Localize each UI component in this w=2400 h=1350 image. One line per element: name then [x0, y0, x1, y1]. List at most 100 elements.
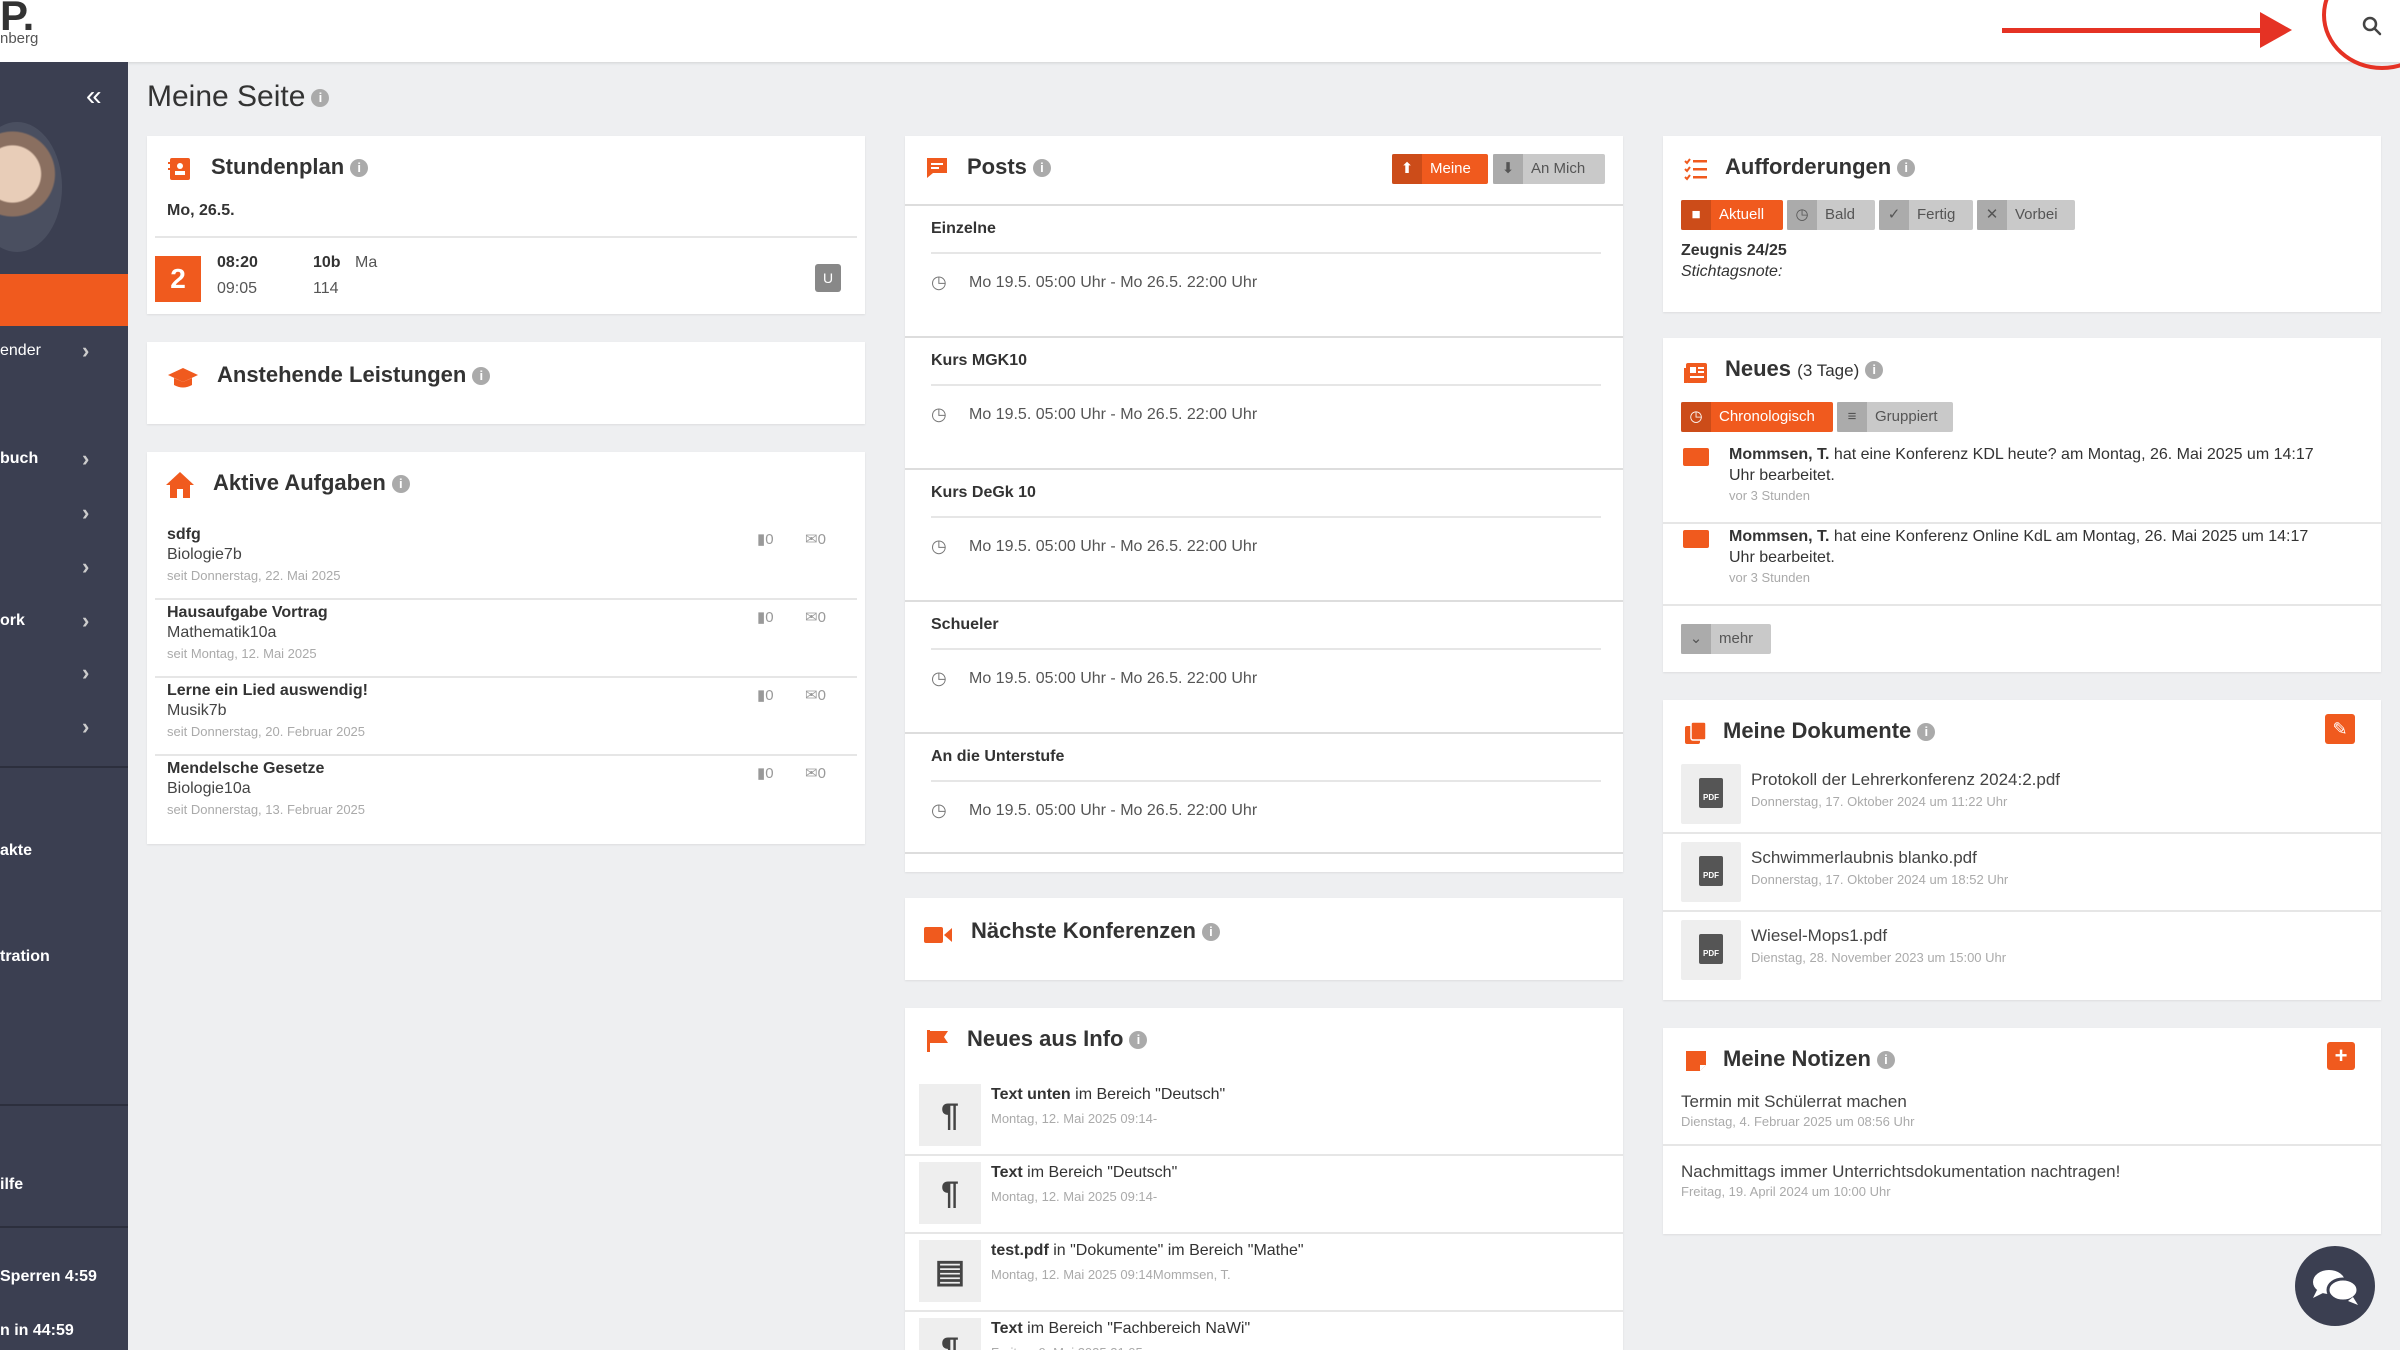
info-icon[interactable]: i [350, 159, 369, 178]
divider [905, 852, 1623, 854]
sidebar-item-3[interactable]: › [0, 494, 128, 534]
lesson-badge[interactable]: U [815, 264, 841, 292]
task-row[interactable]: Mendelsche Gesetze Biologie10a seit Donner… [147, 756, 865, 834]
news-line1: hat eine Konferenz Online KdL am Montag,… [1829, 528, 2309, 545]
lesson-class[interactable]: 10b [313, 254, 341, 272]
collapse-sidebar-button[interactable]: « [86, 80, 102, 112]
post-group[interactable]: Einzelne ◷ Mo 19.5. 05:00 Uhr - Mo 26.5. 2… [905, 204, 1623, 336]
lesson-start: 08:20 [217, 254, 258, 271]
sidebar-item-akte[interactable]: akte [0, 832, 128, 872]
sidebar-item-kalender[interactable]: ender › [0, 332, 128, 372]
sidebar-item-buch[interactable]: buch › [0, 440, 128, 480]
divider [155, 236, 857, 238]
task-file-count[interactable]: ▮0 [757, 608, 774, 626]
news-row[interactable]: Mommsen, T. hat eine Konferenz KDL heute… [1663, 442, 2381, 524]
task-mail-count[interactable]: ✉0 [805, 608, 826, 626]
task-file-count[interactable]: ▮0 [757, 764, 774, 782]
info-icon[interactable]: i [1865, 361, 1884, 380]
documents-icon [1685, 721, 1707, 744]
filter-gruppiert-button[interactable]: ≡ Gruppiert [1837, 402, 1953, 432]
sidebar-item-label: ilfe [0, 1176, 24, 1193]
schedule-icon [168, 158, 190, 180]
paragraph-icon: ¶ [919, 1162, 981, 1224]
pdf-label: PDF [1699, 856, 1723, 886]
filter-aktuell-button[interactable]: ■ Aktuell [1681, 200, 1783, 230]
info-icon[interactable]: i [1876, 1051, 1895, 1070]
post-time: Mo 19.5. 05:00 Uhr - Mo 26.5. 22:00 Uhr [969, 406, 1258, 423]
info-icon[interactable]: i [311, 89, 330, 108]
task-mail-count[interactable]: ✉0 [805, 764, 826, 782]
document-row[interactable]: PDF Protokoll der Lehrerkonferenz 2024:2.… [1663, 756, 2381, 834]
info-icon[interactable]: i [1917, 723, 1936, 742]
close-icon: ✕ [1977, 200, 2007, 230]
search-icon [2362, 16, 2382, 36]
avatar[interactable] [0, 122, 62, 252]
filter-meine-button[interactable]: ⬆ Meine [1392, 154, 1488, 184]
task-row[interactable]: sdfg Biologie7b seit Donnerstag, 22. Mai 2… [147, 522, 865, 600]
task-file-count[interactable]: ▮0 [757, 530, 774, 548]
task-name: Mendelsche Gesetze [167, 760, 325, 777]
post-group-name: Kurs DeGk 10 [931, 484, 1036, 501]
pdf-label: PDF [1699, 934, 1723, 964]
task-row[interactable]: Lerne ein Lied auswendig! Musik7b seit Don… [147, 678, 865, 756]
info-icon[interactable]: i [1201, 923, 1220, 942]
chevron-right-icon: › [82, 714, 90, 739]
info-row[interactable]: ▤ test.pdf in "Dokumente" im Bereich "Mat… [905, 1234, 1623, 1312]
info-icon[interactable]: i [472, 367, 491, 386]
info-row[interactable]: ¶ Text im Bereich "Deutsch" Montag, 12. Ma… [905, 1156, 1623, 1234]
sidebar-item-7[interactable]: › [0, 708, 128, 748]
info-icon[interactable]: i [1032, 159, 1051, 178]
flag-icon [927, 1030, 948, 1052]
task-mail-count[interactable]: ✉0 [805, 530, 826, 548]
post-group[interactable]: An die Unterstufe ◷ Mo 19.5. 05:00 Uhr - M… [905, 732, 1623, 864]
post-group[interactable]: Kurs DeGk 10 ◷ Mo 19.5. 05:00 Uhr - Mo 26.… [905, 468, 1623, 600]
info-row[interactable]: ¶ Text im Bereich "Fachbereich NaWi" Freit… [905, 1312, 1623, 1350]
info-icon[interactable]: i [1897, 159, 1916, 178]
post-group[interactable]: Schueler ◷ Mo 19.5. 05:00 Uhr - Mo 26.5. 2… [905, 600, 1623, 732]
note-row[interactable]: Termin mit Schülerrat machen Dienstag, 4.… [1663, 1090, 2381, 1160]
info-icon[interactable]: i [391, 475, 410, 494]
sidebar-item-6[interactable]: › [0, 654, 128, 694]
post-group[interactable]: Kurs MGK10 ◷ Mo 19.5. 05:00 Uhr - Mo 26.5.… [905, 336, 1623, 468]
task-file-count[interactable]: ▮0 [757, 686, 774, 704]
task-row[interactable]: Hausaufgabe Vortrag Mathematik10a seit Mon… [147, 600, 865, 678]
filter-vorbei-button[interactable]: ✕ Vorbei [1977, 200, 2075, 230]
konferenzen-card: Nächste Konferenzen i [905, 898, 1623, 980]
search-button[interactable] [2358, 12, 2388, 42]
document-row[interactable]: PDF Schwimmerlaubnis blanko.pdf Donnerstag… [1663, 834, 2381, 912]
note-row[interactable]: Nachmittags immer Unterrichtsdokumentati… [1663, 1160, 2381, 1230]
sidebar-item-active[interactable] [0, 274, 128, 326]
document-date: Donnerstag, 17. Oktober 2024 um 18:52 Uh… [1751, 872, 2009, 887]
info-icon[interactable]: i [1129, 1031, 1148, 1050]
filter-an-mich-button[interactable]: ⬇ An Mich [1493, 154, 1605, 184]
info-text: Text im Bereich "Fachbereich NaWi" [991, 1320, 1250, 1338]
sidebar-item-administration[interactable]: tration [0, 938, 128, 978]
sidebar-item-4[interactable]: › [0, 548, 128, 588]
sidebar-item-network[interactable]: ork › [0, 602, 128, 642]
filter-bald-button[interactable]: ◷ Bald [1787, 200, 1875, 230]
edit-documents-button[interactable]: ✎ [2325, 714, 2355, 744]
clock-icon: ◷ [931, 668, 947, 688]
aufforderung-title[interactable]: Zeugnis 24/25 [1681, 242, 1787, 260]
sidebar-item-hilfe[interactable]: ilfe [0, 1166, 128, 1206]
filter-chronologisch-button[interactable]: ◷ Chronologisch [1681, 402, 1833, 432]
chevron-right-icon: › [82, 500, 90, 525]
video-camera-icon [1683, 448, 1709, 466]
info-row[interactable]: ¶ Text unten im Bereich "Deutsch" Montag, … [905, 1078, 1623, 1156]
chat-button[interactable] [2295, 1246, 2375, 1326]
card-title: Meine Notizen i [1723, 1046, 1895, 1072]
card-title: Posts i [967, 154, 1051, 180]
mehr-button[interactable]: ⌄ mehr [1681, 624, 1771, 654]
document-row[interactable]: PDF Wiesel-Mops1.pdf Dienstag, 28. Novembe… [1663, 912, 2381, 990]
news-row[interactable]: Mommsen, T. hat eine Konferenz Online Kd… [1663, 524, 2381, 606]
task-mail-count[interactable]: ✉0 [805, 686, 826, 704]
sidebar-item-label: buch [0, 450, 39, 467]
divider [1663, 604, 2381, 606]
divider [905, 600, 1623, 602]
checklist-icon [1684, 158, 1707, 181]
pdf-icon: ▤ [919, 1240, 981, 1302]
task-course: Mathematik10a [167, 624, 277, 641]
info-date: Montag, 12. Mai 2025 09:14Mommsen, T. [991, 1267, 1231, 1282]
add-note-button[interactable]: + [2327, 1042, 2355, 1070]
filter-fertig-button[interactable]: ✓ Fertig [1879, 200, 1973, 230]
